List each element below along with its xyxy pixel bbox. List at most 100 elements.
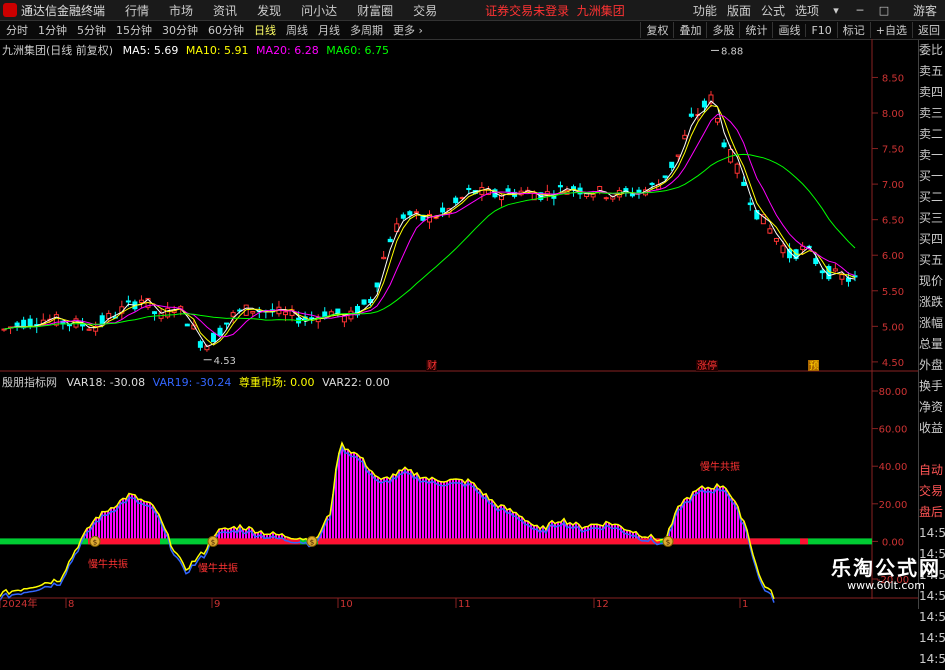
side-panel-item: 自动 bbox=[919, 463, 944, 477]
price-tick-label: 7.00 bbox=[882, 180, 904, 191]
candle-body bbox=[400, 214, 406, 219]
indicator-tick-label: 0.00 bbox=[882, 537, 904, 548]
candle-body bbox=[407, 211, 413, 216]
candle-body bbox=[125, 300, 131, 303]
menu-item-news[interactable]: 资讯 bbox=[213, 2, 237, 19]
menu-item-market[interactable]: 市场 bbox=[169, 2, 193, 19]
candle-body bbox=[282, 311, 288, 316]
menu-item-options[interactable]: 选项 bbox=[795, 2, 819, 19]
candle-body bbox=[826, 266, 832, 280]
side-panel-item: 14:56 bbox=[919, 631, 945, 645]
side-panel-item: 收益 bbox=[919, 421, 944, 435]
period-tab[interactable]: 1分钟 bbox=[38, 22, 67, 38]
event-marker: 预 bbox=[809, 360, 819, 372]
period-tab[interactable]: 周线 bbox=[286, 22, 308, 38]
menu-item-layout[interactable]: 版面 bbox=[727, 2, 751, 19]
toolbar-button[interactable]: 画线 bbox=[772, 22, 805, 38]
candle-body bbox=[381, 256, 387, 260]
candle-body bbox=[603, 197, 609, 200]
period-tab-more[interactable]: 更多 › bbox=[393, 22, 423, 38]
guest-label[interactable]: 游客 bbox=[913, 2, 937, 19]
candle-body bbox=[662, 175, 668, 178]
signal-label: 慢牛共振 bbox=[700, 460, 740, 473]
x-tick-label: 8 bbox=[68, 599, 74, 609]
candle-body bbox=[832, 268, 838, 272]
app-logo-icon bbox=[3, 3, 17, 17]
toolbar-button[interactable]: F10 bbox=[805, 23, 836, 37]
price-tick-label: 8.50 bbox=[882, 73, 904, 84]
arrow-down-icon[interactable]: ▾ bbox=[829, 4, 843, 17]
low-price-label: 4.53 bbox=[214, 356, 236, 367]
menu-item-function[interactable]: 功能 bbox=[693, 2, 717, 19]
period-tab[interactable]: 多周期 bbox=[350, 22, 383, 38]
kline-chart[interactable]: 8.508.007.507.006.506.005.505.004.5080.0… bbox=[0, 39, 918, 609]
candle-body bbox=[636, 189, 642, 194]
login-notice[interactable]: 证券交易未登录 九洲集团 bbox=[485, 2, 625, 19]
period-tab[interactable]: 月线 bbox=[318, 22, 340, 38]
price-tick-label: 6.50 bbox=[882, 216, 904, 227]
menu-item-trade[interactable]: 交易 bbox=[413, 2, 437, 19]
side-panel-item: 交易 bbox=[919, 484, 944, 498]
candle-body bbox=[27, 318, 33, 327]
minimize-icon[interactable]: ─ bbox=[853, 4, 867, 17]
side-panel-item: 委比 bbox=[919, 43, 944, 57]
period-tab[interactable]: 15分钟 bbox=[116, 22, 152, 38]
side-panel-item: 总量 bbox=[919, 337, 944, 351]
candle-body bbox=[138, 299, 144, 303]
candle-body bbox=[374, 282, 380, 288]
menu-item-formula[interactable]: 公式 bbox=[761, 2, 785, 19]
menu-item-quotes[interactable]: 行情 bbox=[125, 2, 149, 19]
indicator-tick-label: 20.00 bbox=[879, 500, 908, 511]
toolbar-button[interactable]: 统计 bbox=[739, 22, 772, 38]
signal-coin-glyph: $ bbox=[211, 538, 215, 546]
price-tick-label: 4.50 bbox=[882, 358, 904, 369]
signal-coin-glyph: $ bbox=[666, 538, 670, 546]
candle-body bbox=[741, 181, 747, 186]
candle-body bbox=[505, 188, 511, 192]
toolbar-button[interactable]: 返回 bbox=[912, 22, 945, 38]
zero-band-red bbox=[800, 538, 808, 545]
x-tick-label: 10 bbox=[340, 599, 353, 609]
candle-body bbox=[669, 161, 675, 168]
candle-body bbox=[230, 312, 236, 317]
period-tab[interactable]: 5分钟 bbox=[77, 22, 106, 38]
signal-coin-glyph: $ bbox=[93, 538, 97, 546]
side-panel-item: 卖四 bbox=[919, 85, 944, 99]
maximize-icon[interactable]: □ bbox=[877, 4, 891, 17]
candle-body bbox=[688, 113, 694, 117]
ma60-line bbox=[3, 153, 856, 330]
toolbar-button[interactable]: 复权 bbox=[640, 22, 673, 38]
toolbar-button[interactable]: 叠加 bbox=[673, 22, 706, 38]
price-tick-label: 7.50 bbox=[882, 145, 904, 156]
candle-body bbox=[184, 323, 190, 327]
menu-item-discover[interactable]: 发现 bbox=[257, 2, 281, 19]
watermark-url: www.60lt.com bbox=[847, 579, 925, 592]
toolbar-button[interactable]: 多股 bbox=[706, 22, 739, 38]
toolbar-button[interactable]: 标记 bbox=[836, 22, 870, 38]
candle-body bbox=[590, 193, 596, 198]
candle-body bbox=[649, 182, 655, 185]
side-panel-item: 卖三 bbox=[919, 106, 944, 120]
candle-body bbox=[780, 245, 786, 254]
menu-item-wealth[interactable]: 财富圈 bbox=[357, 2, 393, 19]
x-tick-label: 12 bbox=[596, 599, 609, 609]
signal-coin-glyph: $ bbox=[310, 538, 314, 546]
side-panel-item: 外盘 bbox=[919, 358, 944, 372]
candle-body bbox=[217, 327, 223, 336]
candle-body bbox=[675, 154, 681, 157]
price-tick-label: 8.00 bbox=[882, 109, 904, 120]
zero-band-red bbox=[318, 538, 660, 545]
side-panel-item: 卖五 bbox=[919, 64, 944, 78]
side-panel-item: 卖一 bbox=[919, 148, 944, 162]
period-tab-daily[interactable]: 日线 bbox=[254, 22, 276, 38]
candle-body bbox=[210, 332, 216, 343]
watermark: 乐淘公式网 www.60lt.com bbox=[831, 552, 941, 592]
toolbar-button[interactable]: +自选 bbox=[869, 22, 912, 38]
period-tab[interactable]: 60分钟 bbox=[208, 22, 244, 38]
period-tab[interactable]: 30分钟 bbox=[162, 22, 198, 38]
high-price-label: 8.88 bbox=[721, 46, 743, 57]
candle-body bbox=[99, 315, 105, 325]
menu-item-ask[interactable]: 问小达 bbox=[301, 2, 337, 19]
period-tab[interactable]: 分时 bbox=[6, 22, 28, 38]
side-panel-item: 14:56 bbox=[919, 610, 945, 624]
